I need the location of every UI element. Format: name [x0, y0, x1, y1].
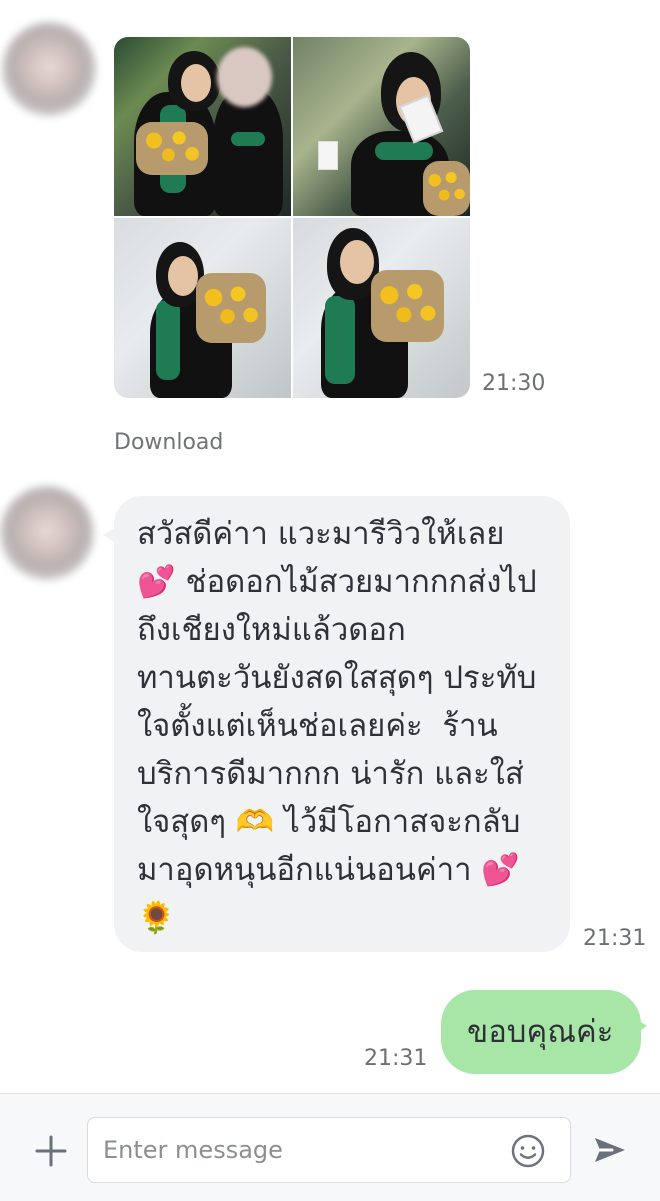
photo-album[interactable] [114, 37, 470, 398]
message-input[interactable] [87, 1117, 571, 1183]
incoming-message-text: สวัสดีค่าา แวะมารีวิวให้เลย 💕 ช่อดอกไม้ส… [137, 516, 537, 936]
plus-icon[interactable] [31, 1131, 71, 1171]
outgoing-message-timestamp: 21:31 [364, 1046, 428, 1071]
sender-avatar[interactable] [2, 22, 96, 116]
photo-thumbnail-1[interactable] [114, 37, 291, 216]
photo-thumbnail-3[interactable] [114, 218, 291, 398]
photo-thumbnail-2[interactable] [293, 37, 470, 216]
send-icon[interactable] [590, 1130, 630, 1170]
incoming-message-timestamp: 21:31 [583, 926, 647, 951]
outgoing-message-text: ขอบคุณค่ะ [467, 1014, 614, 1050]
smiley-icon[interactable] [510, 1133, 546, 1169]
download-link[interactable]: Download [114, 430, 223, 455]
sender-avatar[interactable] [0, 486, 94, 580]
photo-thumbnail-4[interactable] [293, 218, 470, 398]
photo-timestamp: 21:30 [482, 371, 546, 396]
